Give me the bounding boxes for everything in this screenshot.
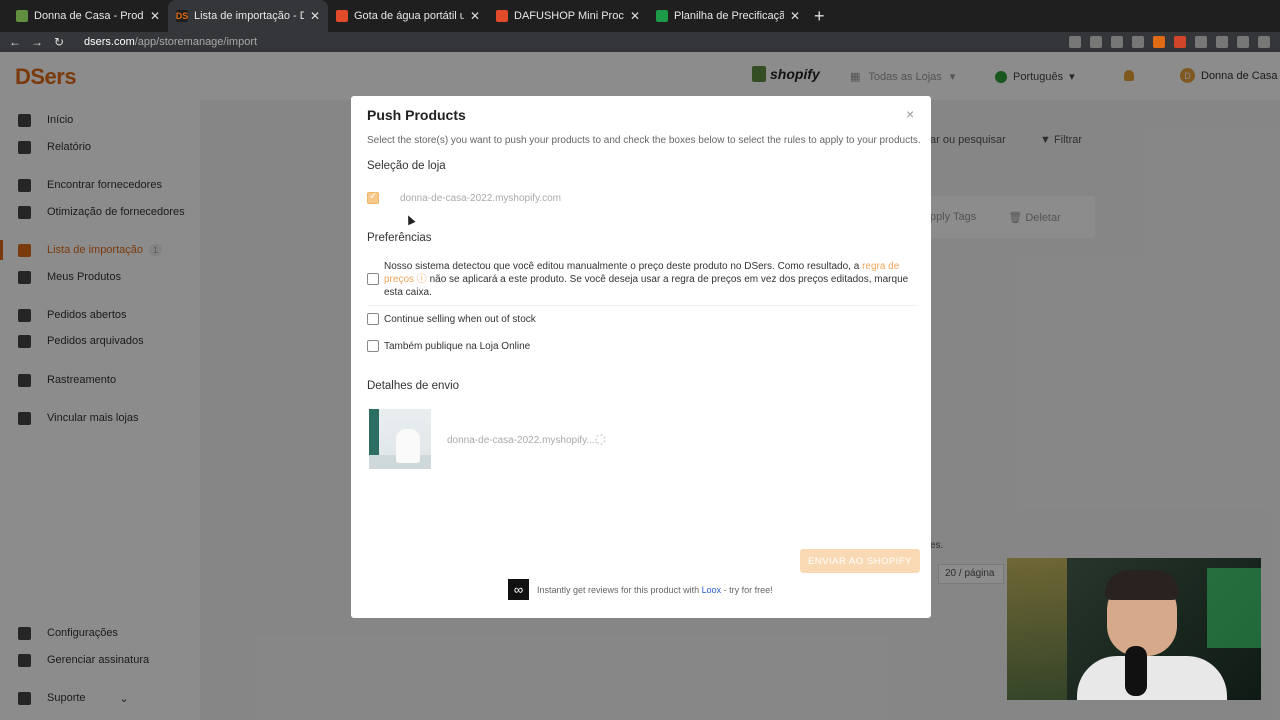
close-icon[interactable]: × xyxy=(906,106,914,122)
tab-title: Donna de Casa - Produtos - Sh xyxy=(34,10,144,22)
tab-title: Lista de importação - DSers - xyxy=(194,10,304,22)
tab-title: Planilha de Precificação.xlsx - xyxy=(674,10,784,22)
browser-tab[interactable]: Gota de água portátil umidifica ✕ xyxy=(328,0,488,32)
push-products-modal: Push Products × Select the store(s) you … xyxy=(351,96,931,618)
loox-link[interactable]: Loox xyxy=(702,585,722,595)
profile-icon[interactable] xyxy=(1237,36,1249,48)
back-icon[interactable]: ← xyxy=(4,35,26,49)
close-icon[interactable]: ✕ xyxy=(310,9,320,23)
loox-promo: ∞ Instantly get reviews for this product… xyxy=(508,579,773,600)
shopify-icon xyxy=(16,10,28,22)
share-icon[interactable] xyxy=(1090,36,1102,48)
pricing-rule-text-1: Nosso sistema detectou que você editou m… xyxy=(384,261,863,272)
bookmark-icon[interactable] xyxy=(1111,36,1123,48)
dsers-extension-icon[interactable] xyxy=(1153,36,1165,48)
publish-online-checkbox[interactable] xyxy=(367,340,379,352)
loox-text-1: Instantly get reviews for this product w… xyxy=(537,584,702,595)
close-icon[interactable]: ✕ xyxy=(630,9,640,23)
dsers-icon: DS xyxy=(175,10,189,22)
pricing-rule-text: Nosso sistema detectou que você editou m… xyxy=(384,260,909,299)
url-field[interactable]: dsers.com/app/storemanage/import xyxy=(84,36,257,48)
close-icon[interactable]: ✕ xyxy=(790,9,800,23)
browser-toolbar-icons xyxy=(1069,32,1270,52)
store-name: donna-de-casa-2022.myshopify.com xyxy=(400,193,562,204)
loox-logo-icon: ∞ xyxy=(508,579,529,600)
browser-tab[interactable]: Donna de Casa - Produtos - Sh ✕ xyxy=(8,0,168,32)
webcam-overlay xyxy=(1007,558,1261,700)
modal-title: Push Products xyxy=(367,107,466,123)
url-path: /app/storemanage/import xyxy=(134,36,258,48)
publish-online-label[interactable]: Também publique na Loja Online xyxy=(384,341,530,352)
tab-title: Gota de água portátil umidifica xyxy=(354,10,464,22)
shop-icon xyxy=(336,10,348,22)
shipping-section-heading: Detalhes de envio xyxy=(367,380,460,392)
loox-promo-text: Instantly get reviews for this product w… xyxy=(537,585,773,595)
shop-icon xyxy=(496,10,508,22)
browser-tab-bar: Donna de Casa - Produtos - Sh ✕ DS Lista… xyxy=(0,0,1280,32)
pricing-rule-text-2: não se aplicará a este produto. Se você … xyxy=(384,274,909,298)
store-checkbox[interactable] xyxy=(367,191,379,204)
browser-tab[interactable]: DS Lista de importação - DSers - ✕ xyxy=(168,0,328,32)
address-bar: ← → ↻ dsers.com/app/storemanage/import xyxy=(0,32,1280,52)
reload-icon[interactable]: ↻ xyxy=(48,35,70,49)
translate-icon[interactable] xyxy=(1069,36,1081,48)
sheets-icon xyxy=(656,10,668,22)
divider xyxy=(367,305,917,306)
product-thumbnail xyxy=(369,409,431,469)
url-host: dsers.com xyxy=(84,36,135,48)
close-icon[interactable]: ✕ xyxy=(470,9,480,23)
tab-title: DAFUSHOP Mini Processador d xyxy=(514,10,624,22)
puzzle-icon[interactable] xyxy=(1195,36,1207,48)
menu-icon[interactable] xyxy=(1258,36,1270,48)
loading-spinner-icon xyxy=(595,434,606,445)
send-to-shopify-button[interactable]: ENVIAR AO SHOPIFY xyxy=(800,549,920,573)
preferences-heading: Preferências xyxy=(367,232,432,244)
browser-tab[interactable]: DAFUSHOP Mini Processador d ✕ xyxy=(488,0,648,32)
modal-subtitle: Select the store(s) you want to push you… xyxy=(367,135,921,146)
microphone-icon xyxy=(1125,646,1147,696)
continue-selling-checkbox[interactable] xyxy=(367,313,379,325)
loox-text-2: - try for free! xyxy=(721,584,773,595)
pricing-rule-checkbox[interactable] xyxy=(367,273,379,285)
continue-selling-label[interactable]: Continue selling when out of stock xyxy=(384,314,536,325)
shipping-store-name: donna-de-casa-2022.myshopify.... xyxy=(447,435,598,446)
sidepanel-icon[interactable] xyxy=(1216,36,1228,48)
store-section-heading: Seleção de loja xyxy=(367,160,446,172)
download-icon[interactable] xyxy=(1174,36,1186,48)
new-tab-icon[interactable]: + xyxy=(814,6,825,27)
close-icon[interactable]: ✕ xyxy=(150,9,160,23)
forward-icon[interactable]: → xyxy=(26,35,48,49)
browser-tab[interactable]: Planilha de Precificação.xlsx - ✕ xyxy=(648,0,808,32)
extension-icon[interactable] xyxy=(1132,36,1144,48)
